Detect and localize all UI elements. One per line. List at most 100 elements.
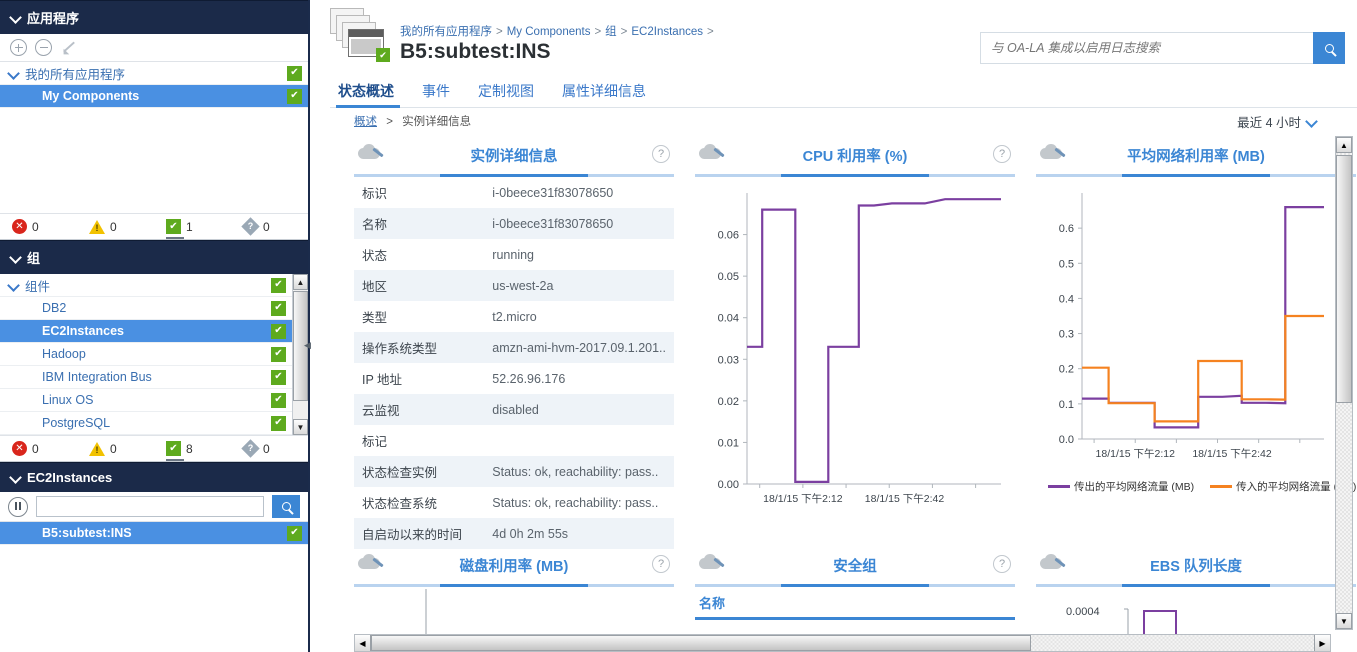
tab-属性详细信息[interactable]: 属性详细信息 (548, 81, 660, 107)
status-count-error[interactable]: 0 (0, 441, 77, 456)
instances-search-input[interactable] (36, 496, 264, 517)
breadcrumb-item[interactable]: My Components (507, 26, 591, 38)
main-content: 我的所有应用程序>My Components>组>EC2Instances> B… (312, 0, 1357, 652)
status-count-warning[interactable]: 0 (77, 441, 154, 456)
detail-key: 地区 (362, 280, 388, 294)
breadcrumb-item[interactable]: 我的所有应用程序 (400, 26, 492, 38)
y-axis-tick-label: 0.6 (1059, 223, 1074, 235)
network-chart: 0.0 0.1 0.2 0.3 0.4 0.5 0.6 18/1/15 下午2:12 18/1/… (1059, 193, 1324, 460)
tab-定制视图[interactable]: 定制视图 (464, 81, 548, 107)
chevron-down-icon[interactable] (8, 280, 19, 291)
card-header: 磁盘利用率 (MB) ? (354, 546, 674, 584)
dashboard-content: 概述 > 实例详细信息 最近 4 小时 实例详细信息 ? 标识 i-0beece… (312, 108, 1357, 652)
status-count-value: 0 (110, 219, 117, 234)
tree-item-ibm-integration-bus[interactable]: IBM Integration Bus (0, 366, 292, 389)
tree-item-[interactable]: 组件 (0, 274, 292, 297)
tab-状态概述[interactable]: 状态概述 (330, 81, 408, 108)
status-count-value: 0 (263, 219, 270, 234)
log-search-button[interactable] (1313, 32, 1345, 64)
groups-panel-header[interactable]: 组 (0, 240, 308, 274)
y-axis-tick-label: 0.00 (718, 479, 739, 491)
cloud-icon (699, 554, 727, 572)
card-header: 安全组 ? (695, 546, 1015, 584)
card-divider (1036, 174, 1356, 177)
help-icon[interactable]: ? (993, 145, 1011, 163)
scroll-down-button[interactable]: ▼ (293, 419, 308, 435)
table-row: 地区 us-west-2a (354, 270, 674, 301)
ebs-y-tick: 0.0004 (1066, 606, 1100, 618)
time-range-selector[interactable]: 最近 4 小时 (1237, 112, 1317, 131)
left-sidebar: 应用程序 我的所有应用程序 My Components 0 0 1 0 组 组件 DB2 E… (0, 0, 312, 652)
sidebar-collapse-handle[interactable]: ◀ (304, 340, 312, 354)
sub-breadcrumb-overview[interactable]: 概述 (354, 116, 377, 128)
help-icon[interactable]: ? (652, 555, 670, 573)
chevron-down-icon[interactable] (8, 68, 19, 79)
remove-icon[interactable] (35, 39, 52, 56)
scroll-thumb[interactable] (1336, 155, 1352, 403)
scroll-thumb[interactable] (371, 635, 1032, 651)
y-axis-tick-label: 0.06 (718, 230, 739, 242)
chevron-down-icon (10, 472, 21, 483)
breadcrumb-item[interactable]: 组 (605, 26, 617, 38)
tree-item-hadoop[interactable]: Hadoop (0, 343, 292, 366)
y-axis-tick-label: 0.0 (1059, 434, 1074, 446)
y-axis-tick-label: 0.02 (718, 396, 739, 408)
breadcrumb-item[interactable]: EC2Instances (631, 26, 703, 38)
tree-item-ec2instances[interactable]: EC2Instances (0, 320, 292, 343)
pause-icon[interactable] (8, 496, 28, 517)
content-horizontal-scrollbar[interactable]: ◀ ▶ (354, 634, 1331, 652)
detail-key: 名称 (362, 218, 388, 232)
error-icon (12, 219, 27, 234)
scroll-left-button[interactable]: ◀ (355, 635, 371, 651)
scroll-up-button[interactable]: ▲ (293, 274, 308, 290)
unknown-icon (241, 439, 260, 458)
x-axis-tick-label: 18/1/15 下午2:42 (1192, 447, 1272, 460)
scroll-down-button[interactable]: ▼ (1336, 613, 1352, 629)
tree-item-my-components[interactable]: My Components (0, 85, 308, 108)
ok-status-icon (287, 88, 302, 104)
y-axis-tick-label: 0.5 (1059, 258, 1074, 270)
tree-item-[interactable]: 我的所有应用程序 (0, 62, 308, 85)
scroll-track[interactable] (371, 635, 1314, 651)
status-count-warning[interactable]: 0 (77, 219, 154, 234)
groups-scrollbar[interactable]: ▲ ▼ (292, 274, 308, 435)
edit-icon[interactable] (60, 39, 78, 56)
y-axis-tick-label: 0.4 (1059, 293, 1074, 305)
search-icon (281, 502, 291, 511)
legend-item[interactable]: 传出的平均网络流量 (MB) (1048, 479, 1194, 494)
tree-item-label: 组件 (25, 279, 51, 294)
scroll-right-button[interactable]: ▶ (1314, 635, 1330, 651)
tree-item-label: PostgreSQL (42, 416, 111, 430)
tree-item-b5-subtest-ins[interactable]: B5:subtest:INS (0, 522, 308, 545)
application-stack-icon (330, 8, 390, 62)
help-icon[interactable]: ? (652, 145, 670, 163)
help-icon[interactable]: ? (993, 555, 1011, 573)
status-count-unknown[interactable]: 0 (231, 217, 308, 236)
status-count-error[interactable]: 0 (0, 219, 77, 234)
tab-事件[interactable]: 事件 (408, 81, 464, 107)
detail-key: 标记 (362, 435, 388, 449)
applications-panel-header[interactable]: 应用程序 (0, 0, 308, 34)
content-vertical-scrollbar[interactable]: ▲ ▼ (1335, 136, 1353, 630)
instances-search-button[interactable] (272, 495, 300, 518)
legend-swatch (1210, 485, 1233, 488)
log-search-input[interactable] (980, 32, 1313, 64)
scroll-up-button[interactable]: ▲ (1336, 137, 1352, 153)
y-axis-tick-label: 0.1 (1059, 399, 1074, 411)
tree-item-postgresql[interactable]: PostgreSQL (0, 412, 292, 435)
add-icon[interactable] (10, 39, 27, 56)
groups-list-wrapper: 组件 DB2 EC2Instances Hadoop IBM Integration B… (0, 274, 308, 435)
ok-status-icon (271, 323, 286, 339)
detail-key: 状态检查实例 (362, 466, 438, 480)
applications-toolbar (0, 34, 308, 62)
ok-status-icon (287, 65, 302, 81)
detail-key: 操作系统类型 (362, 342, 438, 356)
instances-panel-header[interactable]: EC2Instances (0, 462, 308, 492)
tree-item-db2[interactable]: DB2 (0, 297, 292, 320)
x-axis-tick-label: 18/1/15 下午2:12 (763, 492, 843, 505)
tree-item-linux-os[interactable]: Linux OS (0, 389, 292, 412)
status-count-value: 8 (186, 441, 193, 456)
status-count-unknown[interactable]: 0 (231, 439, 308, 458)
status-count-ok[interactable]: 8 (154, 441, 231, 456)
status-count-ok[interactable]: 1 (154, 219, 231, 234)
